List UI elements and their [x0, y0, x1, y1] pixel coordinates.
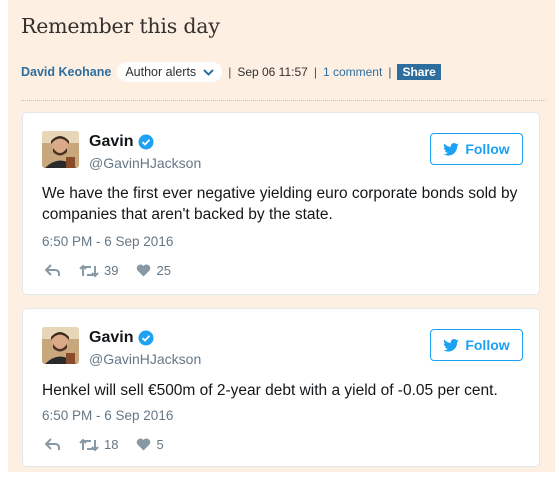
- article-page: Remember this day David Keohane Author a…: [8, 0, 555, 472]
- follow-label: Follow: [465, 141, 510, 157]
- reply-icon: [45, 438, 60, 450]
- separator: |: [228, 65, 232, 79]
- share-button[interactable]: Share: [397, 64, 441, 80]
- embedded-tweet: Gavin @GavinHJackson Follow Henkel will …: [22, 308, 540, 467]
- like-count: 5: [156, 437, 164, 452]
- reply-icon: [45, 264, 60, 276]
- publish-date: Sep 06 11:57: [237, 65, 308, 79]
- avatar[interactable]: [42, 131, 79, 168]
- retweet-button[interactable]: 39: [79, 263, 118, 278]
- follow-button[interactable]: Follow: [430, 133, 523, 165]
- retweet-count: 39: [104, 263, 119, 278]
- embedded-tweet: Gavin @GavinHJackson Follow We have the …: [22, 112, 540, 295]
- follow-button[interactable]: Follow: [430, 329, 523, 361]
- byline: David Keohane Author alerts | Sep 06 11:…: [21, 60, 441, 84]
- author-alerts-button[interactable]: Author alerts: [117, 62, 223, 82]
- follow-label: Follow: [465, 337, 510, 353]
- tweet-timestamp[interactable]: 6:50 PM - 6 Sep 2016: [42, 408, 173, 423]
- author-link[interactable]: David Keohane: [21, 65, 111, 79]
- heart-icon: [137, 264, 151, 277]
- divider: [21, 100, 546, 101]
- like-button[interactable]: 5: [136, 437, 164, 452]
- like-button[interactable]: 25: [136, 263, 171, 278]
- tweet-actions: 18 5: [45, 437, 164, 452]
- heart-icon: [137, 438, 151, 451]
- avatar[interactable]: [42, 327, 79, 364]
- twitter-bird-icon: [443, 338, 460, 352]
- tweet-actions: 39 25: [45, 263, 171, 278]
- author-name-text: Gavin: [89, 133, 134, 150]
- tweet-timestamp[interactable]: 6:50 PM - 6 Sep 2016: [42, 234, 173, 249]
- reply-button[interactable]: [45, 438, 61, 451]
- tweet-text: We have the first ever negative yielding…: [42, 185, 518, 223]
- separator: |: [388, 65, 392, 79]
- separator: |: [313, 65, 317, 79]
- comments-link[interactable]: 1 comment: [323, 65, 382, 79]
- tweet-text: Henkel will sell €500m of 2-year debt wi…: [42, 382, 498, 399]
- like-count: 25: [156, 263, 171, 278]
- tweet-author-name[interactable]: Gavin: [89, 133, 154, 151]
- verified-badge-icon: [138, 134, 154, 150]
- tweet-author-handle[interactable]: @GavinHJackson: [89, 155, 201, 171]
- retweet-count: 18: [104, 437, 119, 452]
- chevron-down-icon: [203, 68, 214, 76]
- author-name-text: Gavin: [89, 329, 134, 346]
- tweet-author-name[interactable]: Gavin: [89, 329, 154, 347]
- author-alerts-label: Author alerts: [125, 65, 197, 79]
- verified-badge-icon: [138, 330, 154, 346]
- retweet-button[interactable]: 18: [79, 437, 118, 452]
- tweet-author-handle[interactable]: @GavinHJackson: [89, 351, 201, 367]
- retweet-icon: [79, 438, 99, 451]
- retweet-icon: [79, 264, 99, 277]
- twitter-bird-icon: [443, 142, 460, 156]
- article-headline: Remember this day: [21, 14, 220, 38]
- reply-button[interactable]: [45, 264, 61, 277]
